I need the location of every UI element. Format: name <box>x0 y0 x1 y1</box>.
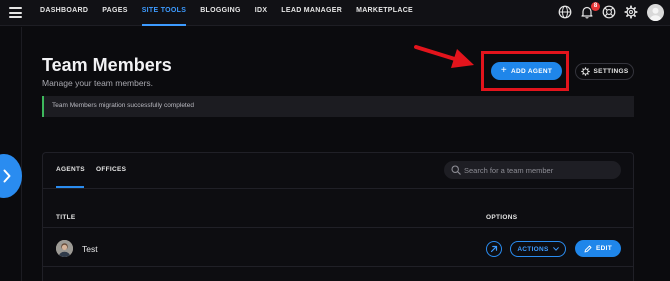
pencil-icon <box>584 245 592 252</box>
annotation-arrow-icon <box>414 45 474 68</box>
nav-item-idx[interactable]: IDX <box>255 0 268 26</box>
search-input[interactable] <box>464 163 614 177</box>
plus-icon: + <box>500 65 508 76</box>
nav-item-marketplace[interactable]: MARKETPLACE <box>356 0 413 26</box>
row-divider <box>43 266 633 267</box>
search-icon <box>451 165 461 175</box>
nav-item-lead-manager[interactable]: LEAD MANAGER <box>281 0 342 26</box>
nav-item-site-tools[interactable]: SITE TOOLS <box>141 0 187 26</box>
gear-icon[interactable] <box>624 5 638 19</box>
column-header-options: OPTIONS <box>486 214 518 221</box>
globe-icon[interactable] <box>558 5 572 19</box>
nav-item-blogging[interactable]: BLOGGING <box>200 0 241 26</box>
page-subtitle: Manage your team members. <box>42 78 154 88</box>
search-box <box>444 161 621 179</box>
agent-avatar <box>56 240 73 257</box>
settings-label: SETTINGS <box>593 68 629 75</box>
tab-agents[interactable]: AGENTS <box>56 166 85 173</box>
page-title: Team Members <box>42 55 172 75</box>
support-icon[interactable] <box>602 5 616 19</box>
alert-message: Team Members migration successfully comp… <box>52 102 194 109</box>
main-nav: DASHBOARD PAGES SITE TOOLS BLOGGING IDX … <box>40 0 427 26</box>
settings-gear-icon <box>580 67 590 76</box>
actions-dropdown-button[interactable]: ACTIONS <box>510 241 566 257</box>
arrow-up-right-icon <box>490 245 498 253</box>
nav-item-pages[interactable]: PAGES <box>102 0 128 26</box>
table-header-divider <box>43 227 633 228</box>
hamburger-menu-icon[interactable] <box>9 7 22 18</box>
tab-offices[interactable]: OFFICES <box>96 166 126 173</box>
agent-photo-icon <box>56 240 73 257</box>
nav-item-dashboard[interactable]: DASHBOARD <box>40 0 88 26</box>
chevron-down-icon <box>552 247 559 251</box>
actions-label: ACTIONS <box>517 245 549 253</box>
edit-button[interactable]: EDIT <box>575 240 621 257</box>
notification-badge: 8 <box>591 2 600 11</box>
settings-button[interactable]: SETTINGS <box>575 63 634 80</box>
tabs-divider <box>43 188 633 189</box>
agent-name: Test <box>82 244 98 254</box>
success-alert: Team Members migration successfully comp… <box>42 96 634 117</box>
edit-label: EDIT <box>595 245 612 252</box>
column-header-title: TITLE <box>56 214 76 221</box>
open-profile-button[interactable] <box>486 241 502 257</box>
chevron-right-icon <box>3 169 11 183</box>
user-silhouette-icon <box>650 7 661 21</box>
user-avatar[interactable] <box>647 4 664 21</box>
sidebar-border <box>21 27 22 281</box>
add-agent-label: ADD AGENT <box>511 67 553 75</box>
add-agent-button[interactable]: + ADD AGENT <box>491 62 562 80</box>
sidebar-expand-button[interactable] <box>0 154 22 198</box>
